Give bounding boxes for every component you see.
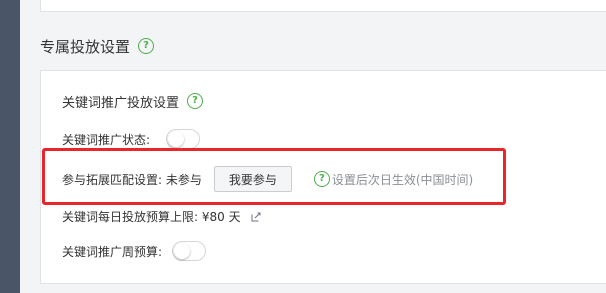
edit-icon-graphic	[251, 212, 261, 222]
keyword-status-toggle[interactable]	[166, 129, 201, 149]
daily-budget-label: 关键词每日投放预算上限: ¥80 天	[62, 209, 241, 224]
toggle-knob	[174, 243, 191, 259]
question-circle-icon[interactable]: ?	[187, 93, 204, 109]
sidebar-rail	[0, 0, 20, 293]
section-title: 专属投放设置	[40, 37, 131, 56]
daily-budget-row: 关键词每日投放预算上限: ¥80 天	[62, 206, 261, 226]
keyword-settings-title: 关键词推广投放设置	[62, 95, 180, 111]
section-header: 专属投放设置 ?	[40, 36, 155, 56]
keyword-status-label: 关键词推广状态:	[62, 132, 151, 147]
toggle-knob	[168, 131, 185, 147]
keyword-settings-header: 关键词推广投放设置 ?	[62, 91, 204, 111]
keyword-status-row: 关键词推广状态:	[62, 128, 201, 150]
weekly-budget-label: 关键词推广周预算:	[62, 244, 163, 259]
expand-match-label: 参与拓展匹配设置: 未参与	[62, 172, 202, 187]
previous-card	[40, 0, 606, 12]
expand-match-row: 参与拓展匹配设置: 未参与 我要参与 ? 设置后次日生效(中国时间)	[62, 166, 473, 192]
effective-tip: ? 设置后次日生效(中国时间)	[313, 171, 474, 188]
join-button[interactable]: 我要参与	[213, 166, 292, 192]
weekly-budget-toggle[interactable]	[172, 241, 207, 261]
effective-tip-text: 设置后次日生效(中国时间)	[331, 172, 474, 187]
weekly-budget-row: 关键词推广周预算:	[62, 240, 207, 262]
edit-icon[interactable]	[251, 211, 261, 222]
question-circle-icon[interactable]: ?	[138, 38, 155, 54]
question-circle-icon: ?	[313, 171, 330, 187]
